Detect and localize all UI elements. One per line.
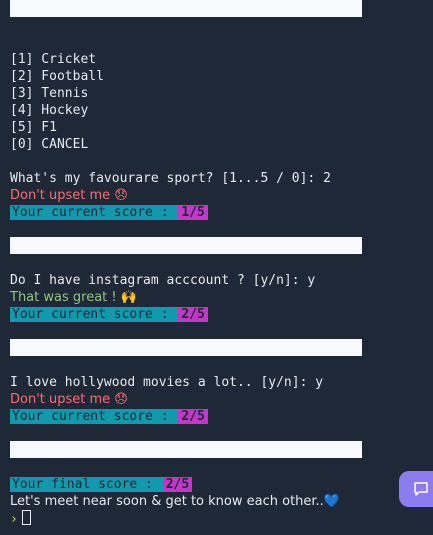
- score-value: 2/5: [178, 307, 208, 322]
- separator-bar: [10, 0, 362, 17]
- menu-item: [1] Cricket: [10, 52, 97, 67]
- separator-bar: [10, 237, 362, 254]
- question-line: I love hollywood movies a lot.. [y/n]: y: [10, 375, 324, 390]
- separator-bar: [10, 339, 362, 356]
- response-text: That was great ! 🙌: [10, 290, 137, 305]
- score-value: 2/5: [178, 409, 208, 424]
- score-label: Your current score :: [10, 307, 179, 322]
- score-label: Your current score :: [10, 205, 179, 220]
- menu-item: [0] CANCEL: [10, 137, 89, 152]
- score-value: 1/5: [178, 205, 208, 220]
- response-text: Don't upset me 😞: [10, 188, 128, 203]
- final-message-text: Let's meet near soon & get to know each …: [10, 494, 341, 509]
- response-line: Don't upset me 😞: [10, 187, 128, 204]
- final-score-label: Your final score :: [10, 477, 163, 492]
- score-line: Your current score : 1/5: [10, 204, 208, 221]
- score-label: Your current score :: [10, 409, 179, 424]
- question-line: Do I have instagram acccount ? [y/n]: y: [10, 273, 316, 288]
- prompt-arrow-icon: ›: [10, 512, 18, 527]
- menu-item: [3] Tennis: [10, 86, 89, 101]
- chat-bubble-icon: [414, 482, 428, 496]
- final-score-line: Your final score : 2/5: [10, 476, 193, 493]
- menu-item: [2] Football: [10, 69, 104, 84]
- final-score-value: 2/5: [162, 477, 193, 492]
- command-prompt[interactable]: ›: [10, 510, 31, 527]
- score-line: Your current score : 2/5: [10, 306, 208, 323]
- response-line: Don't upset me 😞: [10, 391, 128, 408]
- menu-item: [4] Hockey: [10, 103, 89, 118]
- menu-item: [5] F1: [10, 120, 57, 135]
- response-line: That was great ! 🙌: [10, 289, 137, 306]
- response-text: Don't upset me 😞: [10, 392, 128, 407]
- chat-button[interactable]: [399, 471, 433, 507]
- final-message: Let's meet near soon & get to know each …: [10, 493, 340, 510]
- question-line: What's my favourare sport? [1...5 / 0]: …: [10, 171, 331, 186]
- score-line: Your current score : 2/5: [10, 408, 208, 425]
- separator-bar: [10, 441, 362, 458]
- text-cursor[interactable]: [21, 510, 31, 525]
